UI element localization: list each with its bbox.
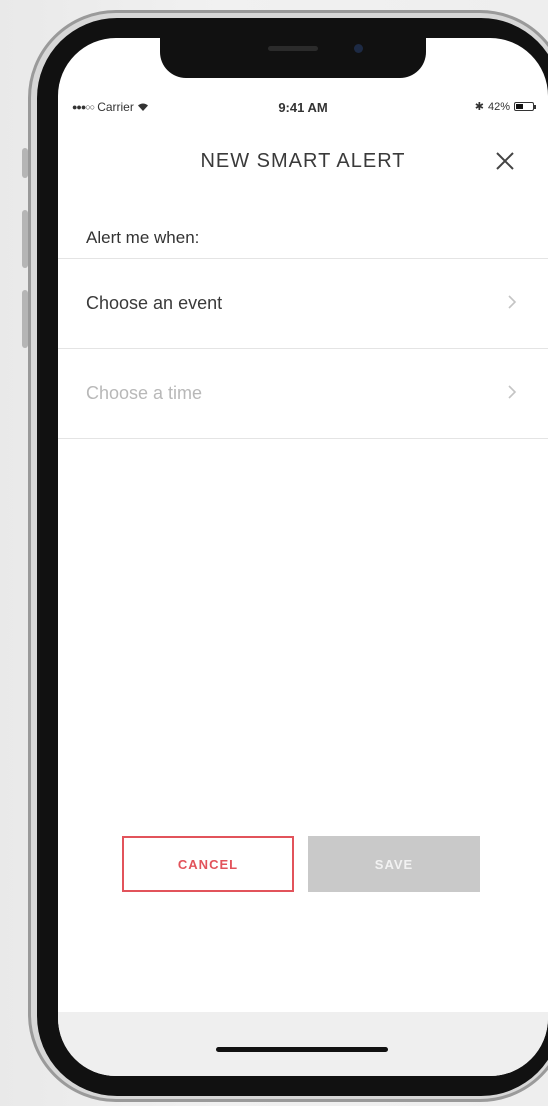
close-icon[interactable] — [490, 146, 520, 176]
choose-time-label: Choose a time — [86, 383, 203, 403]
choose-event-row[interactable]: Choose an event — [58, 258, 548, 348]
home-indicator[interactable] — [216, 1047, 388, 1052]
section-label: Alert me when: — [86, 228, 200, 247]
page-title: NEW SMART ALERT — [200, 150, 406, 172]
choose-event-label: Choose an event — [86, 293, 223, 313]
status-bar: ●●●○○ Carrier 9:41 AM ✱ 42% — [58, 98, 548, 118]
chevron-right-icon — [508, 295, 517, 309]
bluetooth-icon: ✱ — [474, 101, 484, 113]
speaker-grille — [268, 46, 318, 51]
notch — [160, 38, 426, 78]
device-mockup: ●●●○○ Carrier 9:41 AM ✱ 42% NEW SMART AL… — [0, 0, 548, 1106]
status-right: ✱ 42% — [474, 100, 536, 113]
battery-percent: 42% — [487, 100, 510, 113]
save-button[interactable]: SAVE — [308, 836, 480, 892]
phone-screen: ●●●○○ Carrier 9:41 AM ✱ 42% NEW SMART AL… — [58, 38, 548, 1076]
battery-fill — [516, 104, 523, 109]
cancel-button[interactable]: CANCEL — [122, 836, 294, 892]
bottom-safe-area — [58, 1012, 548, 1076]
battery-icon — [514, 102, 536, 111]
choose-time-row[interactable]: Choose a time — [58, 348, 548, 438]
front-camera — [354, 44, 363, 53]
list-divider — [58, 438, 548, 439]
chevron-right-icon — [508, 385, 517, 399]
